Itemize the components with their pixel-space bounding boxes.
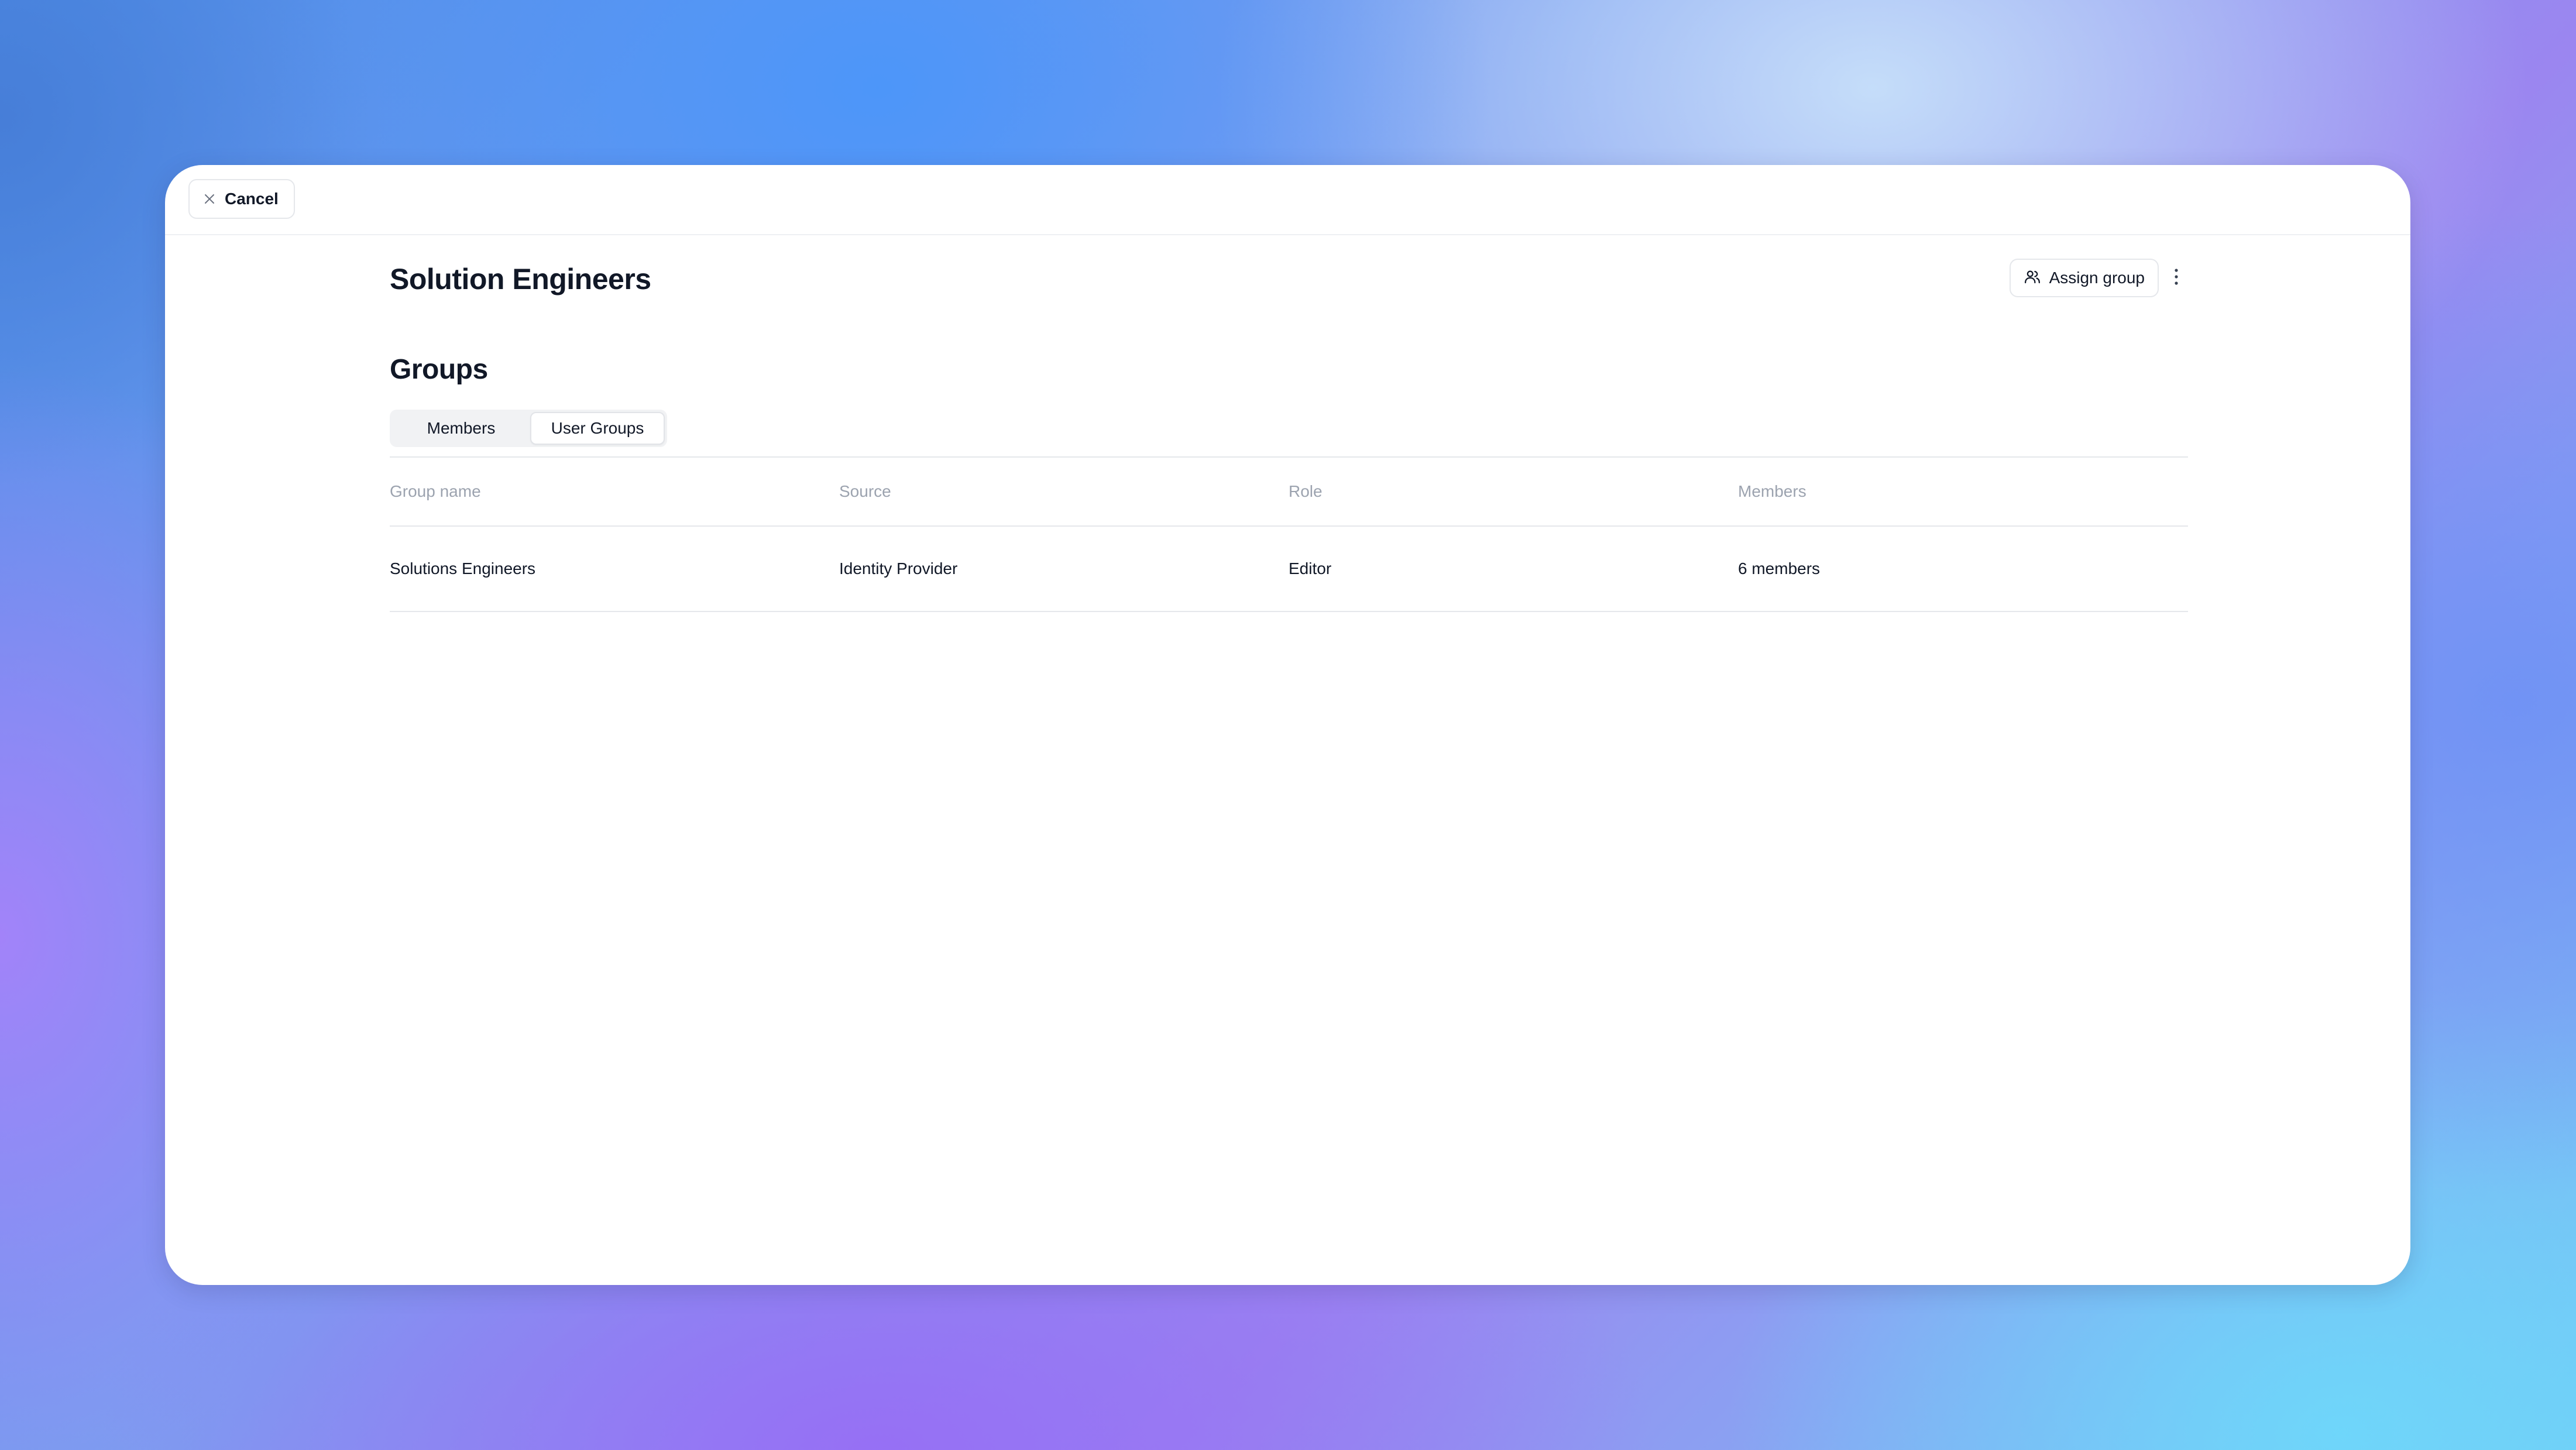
x-icon [202,192,217,206]
tab-user-groups[interactable]: User Groups [530,412,665,445]
table-row[interactable]: Solutions Engineers Identity Provider Ed… [390,527,2188,612]
cell-role: Editor [1289,559,1332,578]
groups-section-title: Groups [390,354,488,385]
cell-source: Identity Provider [839,559,958,578]
column-header-group-name[interactable]: Group name [390,482,839,501]
assign-group-label: Assign group [2049,269,2145,287]
modal-window: Cancel Solution Engineers Assign group G… [165,165,2410,1285]
users-icon [2024,268,2041,288]
column-header-source[interactable]: Source [839,482,1289,501]
cancel-button[interactable]: Cancel [188,179,295,219]
column-header-members[interactable]: Members [1738,482,2187,501]
top-bar: Cancel [165,165,2410,235]
vertical-dots-icon [2173,267,2179,290]
cancel-label: Cancel [225,190,279,208]
assign-group-button[interactable]: Assign group [2009,259,2159,297]
groups-table: Group name Source Role Members Solutions… [390,456,2188,612]
header-actions: Assign group [2009,259,2188,297]
cell-group-name: Solutions Engineers [390,559,536,578]
page-title: Solution Engineers [390,263,651,296]
column-header-role[interactable]: Role [1289,482,1738,501]
table-header: Group name Source Role Members [390,456,2188,527]
tab-members[interactable]: Members [392,412,530,445]
tab-bar: Members User Groups [390,410,667,447]
more-options-button[interactable] [2165,259,2188,297]
cell-members: 6 members [1738,559,1821,578]
